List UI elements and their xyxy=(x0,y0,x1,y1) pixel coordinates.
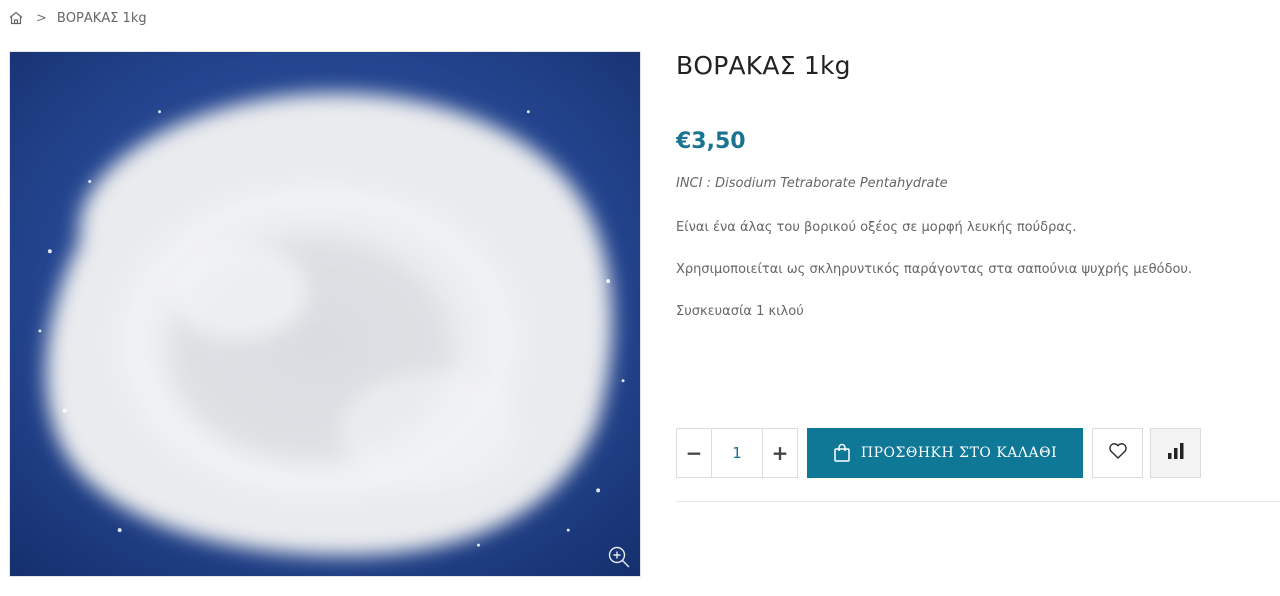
compare-button[interactable] xyxy=(1150,428,1201,478)
add-to-cart-label: ΠΡΟΣΘΗΚΗ ΣΤΟ ΚΑΛΑΘΙ xyxy=(860,445,1058,461)
add-to-cart-button[interactable]: ΠΡΟΣΘΗΚΗ ΣΤΟ ΚΑΛΑΘΙ xyxy=(807,428,1083,478)
product-inci: INCI : Disodium Tetraborate Pentahydrate xyxy=(676,176,948,191)
quantity-input[interactable]: 1 xyxy=(711,429,763,477)
bar-chart-icon xyxy=(1166,441,1186,465)
product-image[interactable] xyxy=(9,51,641,577)
shopping-bag-icon xyxy=(833,443,851,463)
section-divider xyxy=(676,501,1280,502)
quantity-stepper: − 1 + xyxy=(676,428,798,478)
product-details: ΒΟΡΑΚΑΣ 1kg €3,50 INCI : Disodium Tetrab… xyxy=(676,50,1280,322)
purchase-actions: − 1 + ΠΡΟΣΘΗΚΗ ΣΤΟ ΚΑΛΑΘΙ xyxy=(676,428,1201,478)
breadcrumb-current: ΒΟΡΑΚΑΣ 1kg xyxy=(56,10,147,26)
product-description-line: Συσκευασία 1 κιλού xyxy=(676,304,804,319)
wishlist-button[interactable] xyxy=(1092,428,1143,478)
product-title: ΒΟΡΑΚΑΣ 1kg xyxy=(676,51,851,80)
product-price: €3,50 xyxy=(676,129,746,154)
breadcrumb-separator: > xyxy=(36,10,47,26)
product-description-line: Χρησιμοποιείται ως σκληρυντικός παράγοντ… xyxy=(676,262,1193,277)
heart-icon xyxy=(1108,442,1128,464)
quantity-increase-button[interactable]: + xyxy=(763,429,797,477)
product-photo xyxy=(10,52,640,576)
home-icon[interactable] xyxy=(8,10,24,26)
quantity-decrease-button[interactable]: − xyxy=(677,429,711,477)
zoom-in-icon[interactable] xyxy=(606,544,632,570)
breadcrumb: > ΒΟΡΑΚΑΣ 1kg xyxy=(8,8,147,28)
product-description-line: Είναι ένα άλας του βορικού οξέος σε μορφ… xyxy=(676,220,1077,235)
